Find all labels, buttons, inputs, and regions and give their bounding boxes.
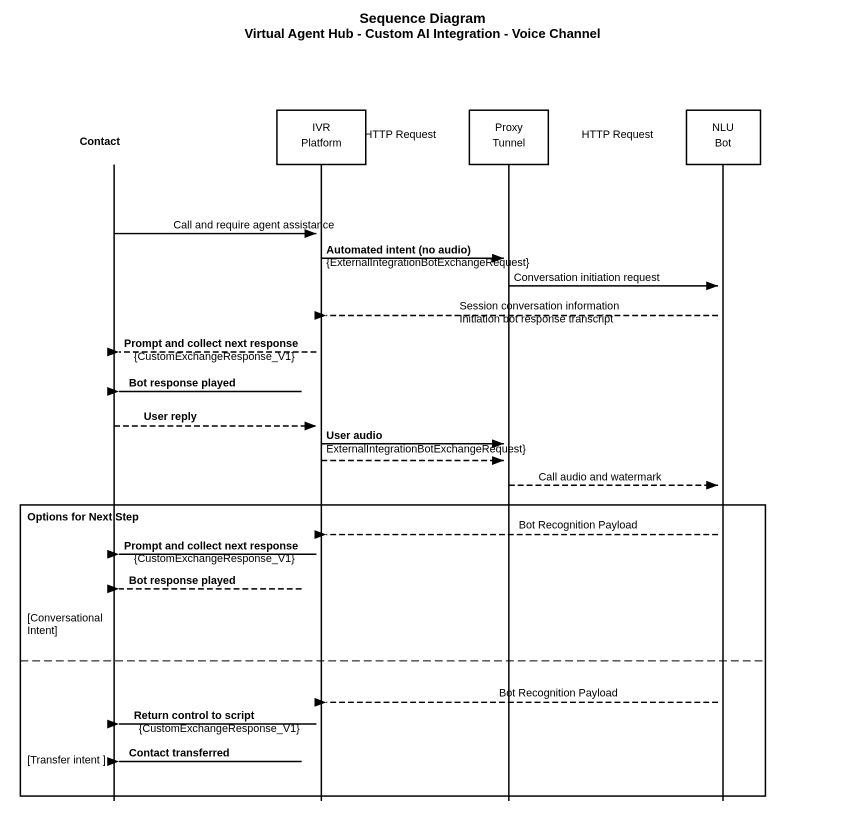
proxy-label-1: Proxy <box>495 122 523 134</box>
msg-return-control-sublabel: {CustomExchangeResponse_V1} <box>139 723 300 735</box>
msg-call-require-label: Call and require agent assistance <box>173 220 334 232</box>
msg-prompt-collect-1-sublabel: {CustomExchangeResponse_V1} <box>134 351 295 363</box>
msg-automated-intent-sublabel: {ExternalIntegrationBotExchangeRequest} <box>326 257 530 269</box>
msg-session-info-sublabel: Initiation bot response transcript <box>460 313 614 325</box>
msg-automated-intent-label: Automated intent (no audio) <box>326 244 471 256</box>
conv-intent-label-1: [Conversational <box>27 612 102 624</box>
msg-prompt-collect-2-sublabel: {CustomExchangeResponse_V1} <box>134 553 295 565</box>
nlu-label-1: NLU <box>712 122 734 134</box>
msg-prompt-collect-1-label: Prompt and collect next response <box>124 338 298 350</box>
nlu-label-2: Bot <box>715 138 731 150</box>
title-line2: Virtual Agent Hub - Custom AI Integratio… <box>10 26 835 41</box>
msg-user-reply-label: User reply <box>144 411 197 423</box>
ivr-label-2: Platform <box>301 138 341 150</box>
msg-conv-init-label: Conversation initiation request <box>514 272 660 284</box>
http-request-1: HTTP Request <box>365 129 437 141</box>
msg-bot-response-1-label: Bot response played <box>129 378 236 390</box>
diagram-container: Sequence Diagram Virtual Agent Hub - Cus… <box>0 0 845 819</box>
msg-prompt-collect-2-label: Prompt and collect next response <box>124 540 298 552</box>
msg-user-audio-sublabel: ExternalIntegrationBotExchangeRequest} <box>326 444 526 456</box>
msg-session-info-label: Session conversation information <box>460 301 620 313</box>
transfer-intent-label: [Transfer intent ] <box>27 755 106 767</box>
options-label: Options for Next Step <box>27 512 139 524</box>
ivr-label-1: IVR <box>312 122 330 134</box>
sequence-diagram: Contact IVR Platform HTTP Request Proxy … <box>10 51 835 801</box>
msg-return-control-label: Return control to script <box>134 710 255 722</box>
msg-bot-recog-2-label: Bot Recognition Payload <box>499 687 618 699</box>
msg-user-audio-label: User audio <box>326 430 382 442</box>
msg-bot-recog-1-label: Bot Recognition Payload <box>519 520 638 532</box>
msg-contact-transferred-label: Contact transferred <box>129 748 230 760</box>
contact-label: Contact <box>80 136 121 148</box>
proxy-label-2: Tunnel <box>492 138 525 150</box>
msg-call-audio-label: Call audio and watermark <box>538 471 662 483</box>
msg-bot-response-2-label: Bot response played <box>129 575 236 587</box>
title-section: Sequence Diagram Virtual Agent Hub - Cus… <box>10 10 835 41</box>
title-line1: Sequence Diagram <box>10 10 835 26</box>
http-request-2: HTTP Request <box>582 129 654 141</box>
conv-intent-label-2: Intent] <box>27 625 57 637</box>
